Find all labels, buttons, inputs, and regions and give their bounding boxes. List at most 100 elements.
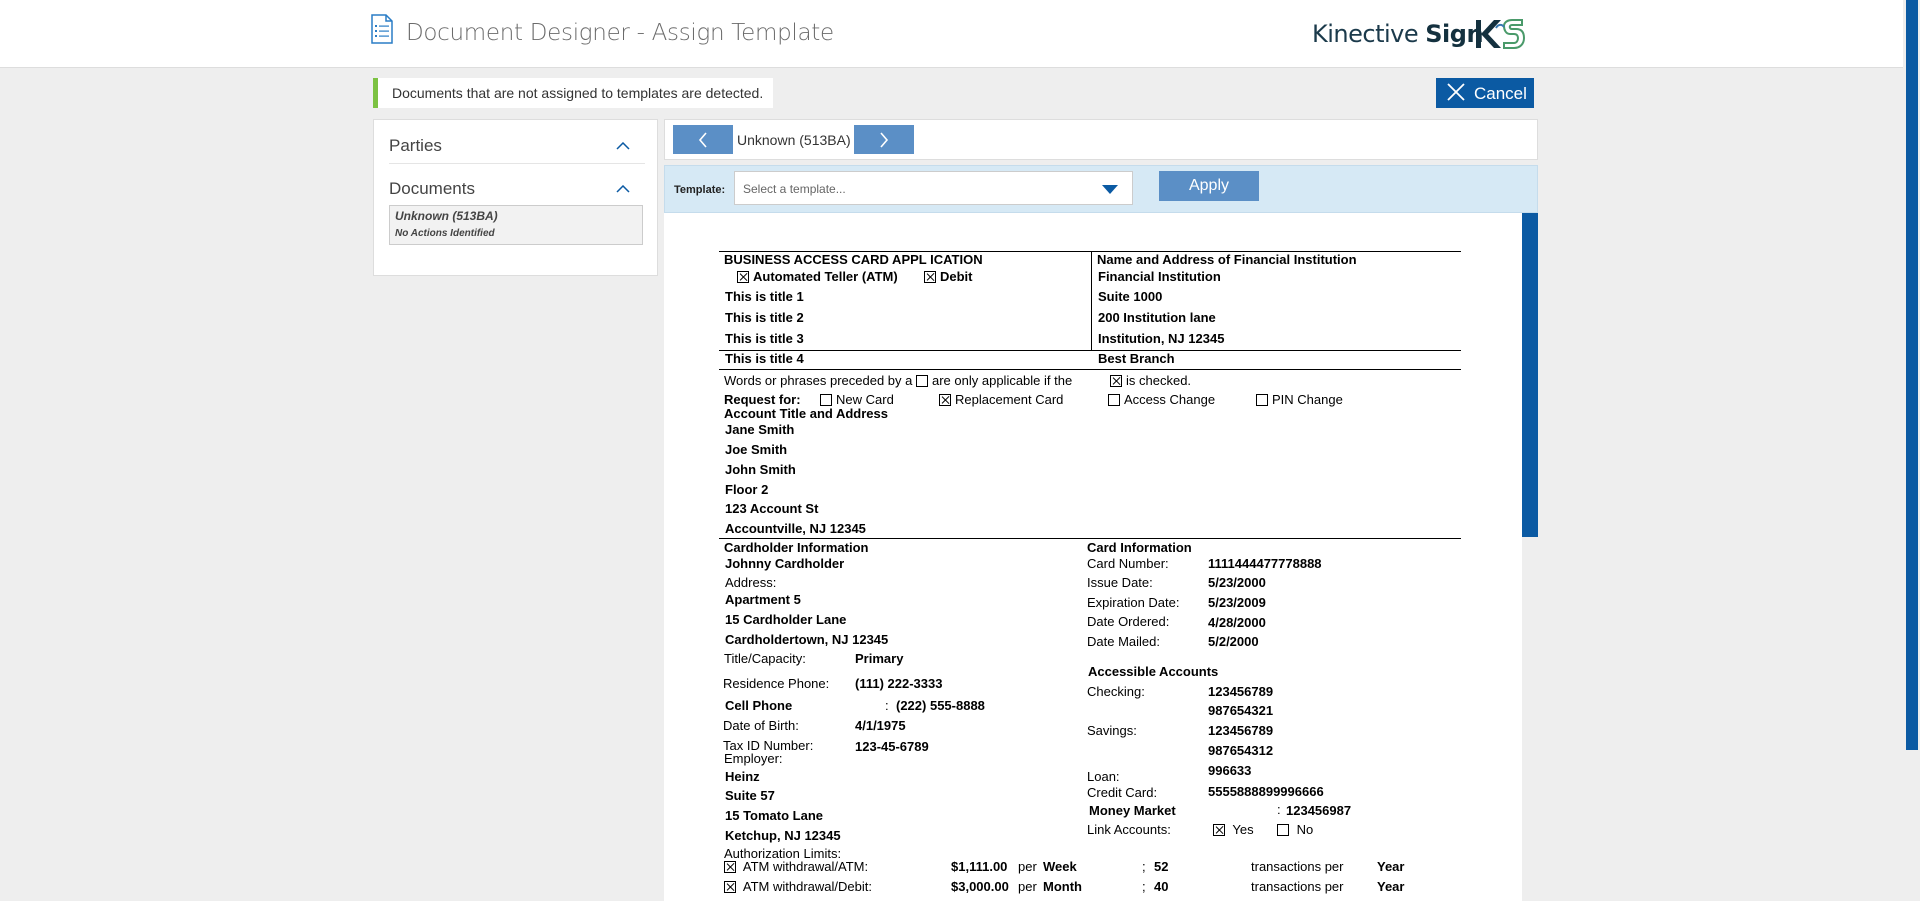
limit-period: Month [1043, 879, 1082, 894]
limit-tx-label: transactions per [1251, 879, 1344, 894]
limit-row: ATM withdrawal/Debit: [724, 879, 872, 894]
limit-tx-label: transactions per [1251, 859, 1344, 874]
divider [1091, 251, 1092, 350]
checked-checkbox-icon [737, 271, 749, 283]
card-info-value: 4/28/2000 [1208, 615, 1266, 630]
close-icon [1447, 83, 1465, 101]
employer-line: Suite 57 [725, 788, 775, 803]
card-info-value: 5/2/2000 [1208, 634, 1259, 649]
debit-option: Debit [924, 269, 973, 284]
request-pin-change: PIN Change [1256, 392, 1343, 407]
sidebar-panel: Parties Documents Unknown (513BA) No Act… [373, 119, 658, 276]
dob-label: Date of Birth: [723, 718, 799, 733]
chevron-right-icon [880, 132, 889, 148]
employer-label: Employer: [724, 751, 783, 766]
fi-line: Financial Institution [1098, 269, 1221, 284]
limit-count: 40 [1154, 879, 1169, 894]
credit-card-label: Credit Card: [1087, 785, 1158, 800]
checked-checkbox-icon [939, 394, 951, 406]
template-select-placeholder: Select a template... [743, 182, 846, 196]
limit-period: Week [1043, 859, 1077, 874]
cardholder-name: Johnny Cardholder [725, 556, 845, 571]
account-title-line: This is title 2 [725, 310, 804, 325]
checked-checkbox-icon [924, 271, 936, 283]
empty-checkbox-icon [916, 375, 928, 387]
instructions-mid: are only applicable if the [932, 373, 1073, 388]
chevron-up-icon[interactable] [616, 185, 630, 193]
divider [719, 369, 1461, 370]
account-title-line: This is title 4 [725, 351, 804, 366]
link-yes-label: Yes [1232, 822, 1254, 837]
brand-logo-icon [1476, 19, 1526, 49]
card-info-value: 1111444477778888 [1208, 556, 1322, 571]
page-scrollbar-thumb[interactable] [1906, 0, 1918, 750]
divider [719, 538, 1461, 539]
viewer-scrollbar-thumb[interactable] [1522, 213, 1538, 537]
caret-down-icon [1102, 185, 1118, 194]
current-document-label: Unknown (513BA) [737, 132, 851, 148]
money-market-value: 123456987 [1286, 803, 1352, 818]
document-navigator: Unknown (513BA) [664, 119, 1538, 160]
savings-label: Savings: [1087, 723, 1137, 738]
documents-section-header[interactable]: Documents [389, 179, 645, 206]
fi-header: Name and Address of Financial Institutio… [1097, 252, 1357, 267]
card-info-value: 5/23/2009 [1208, 595, 1266, 610]
loan-label: Loan: [1087, 769, 1120, 784]
link-no-label: No [1296, 822, 1314, 837]
parties-section-header[interactable]: Parties [389, 136, 645, 164]
next-document-button[interactable] [854, 125, 914, 154]
limit-row: ATM withdrawal/ATM: [724, 859, 868, 874]
employer-line: 15 Tomato Lane [725, 808, 824, 823]
card-info-label: Expiration Date: [1087, 595, 1180, 610]
apply-button[interactable]: Apply [1159, 171, 1259, 201]
request-pin-label: PIN Change [1272, 392, 1343, 407]
limit-per: per [1018, 879, 1037, 894]
limit-amount: $3,000.00 [951, 879, 1009, 894]
document-name: Unknown (513BA) [395, 209, 498, 223]
atm-label: Automated Teller (ATM) [753, 269, 898, 284]
accessible-accounts-header: Accessible Accounts [1088, 664, 1219, 679]
address-label: Address: [725, 575, 777, 590]
cancel-button-label: Cancel [1474, 84, 1527, 103]
empty-checkbox-icon [1108, 394, 1120, 406]
app-header: Document Designer - Assign Template Kine… [0, 0, 1903, 68]
loan-value: 996633 [1208, 763, 1252, 778]
template-label: Template: [674, 184, 726, 196]
page-title: Document Designer - Assign Template [406, 20, 834, 46]
request-new-card-label: New Card [836, 392, 894, 407]
cardholder-address-line: 15 Cardholder Lane [725, 612, 847, 627]
fi-line: 200 Institution lane [1098, 310, 1216, 325]
parties-label: Parties [389, 136, 442, 155]
request-access-label: Access Change [1124, 392, 1216, 407]
chevron-up-icon[interactable] [616, 142, 630, 150]
document-list-item[interactable]: Unknown (513BA) No Actions Identified [389, 205, 643, 245]
account-address-line: Floor 2 [725, 482, 769, 497]
document-status: No Actions Identified [395, 228, 495, 239]
document-page: BUSINESS ACCESS CARD APPL ICATION Automa… [664, 213, 1522, 901]
card-info-label: Card Number: [1087, 556, 1169, 571]
debit-label: Debit [940, 269, 973, 284]
limit-count: 52 [1154, 859, 1169, 874]
unassigned-documents-alert: Documents that are not assigned to templ… [373, 78, 773, 108]
checked-checkbox-icon [1213, 824, 1225, 836]
template-select[interactable]: Select a template... [734, 171, 1133, 205]
checked-checkbox-icon [724, 861, 736, 873]
previous-document-button[interactable] [673, 125, 733, 154]
money-market-separator: : [1277, 802, 1281, 817]
card-info-label: Date Ordered: [1087, 614, 1170, 629]
title-capacity-value: Primary [855, 651, 904, 666]
cardholder-address-line: Apartment 5 [725, 592, 801, 607]
request-for-label: Request for: [724, 392, 801, 407]
instructions-suffix: is checked. [1110, 373, 1191, 388]
request-replacement-card: Replacement Card [939, 392, 1063, 407]
limit-amount: $1,111.00 [951, 859, 1008, 874]
card-info-label: Issue Date: [1087, 575, 1153, 590]
brand-name: Kinective Sign [1312, 20, 1484, 48]
atm-option: Automated Teller (ATM) [737, 269, 898, 284]
card-info-label: Date Mailed: [1087, 634, 1160, 649]
account-address-header: Account Title and Address [724, 406, 888, 421]
dob-value: 4/1/1975 [855, 718, 906, 733]
employer-line: Heinz [725, 769, 760, 784]
cancel-button[interactable]: Cancel [1436, 78, 1534, 108]
limit-label: ATM withdrawal/Debit: [742, 879, 872, 894]
